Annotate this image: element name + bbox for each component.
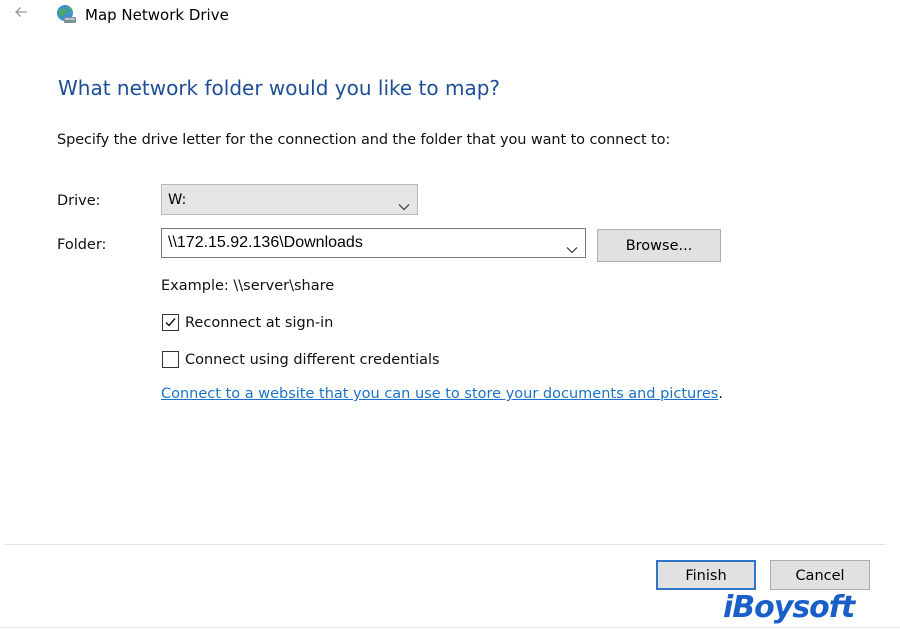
finish-button[interactable]: Finish xyxy=(656,560,756,590)
chevron-down-icon[interactable] xyxy=(566,239,578,254)
website-link[interactable]: Connect to a website that you can use to… xyxy=(161,386,718,402)
page-heading: What network folder would you like to ma… xyxy=(58,76,501,100)
example-text: Example: \\server\share xyxy=(161,278,335,294)
browse-button[interactable]: Browse... xyxy=(597,229,721,262)
drive-label: Drive: xyxy=(57,193,101,209)
reconnect-label: Reconnect at sign-in xyxy=(185,315,334,331)
credentials-label: Connect using different credentials xyxy=(185,352,440,368)
instruction-text: Specify the drive letter for the connect… xyxy=(57,132,671,148)
drive-value: W: xyxy=(168,192,187,208)
reconnect-checkbox[interactable] xyxy=(162,314,179,331)
folder-label: Folder: xyxy=(57,237,107,253)
folder-input[interactable]: \\172.15.92.136\Downloads xyxy=(161,228,586,258)
network-drive-icon xyxy=(55,4,77,26)
chevron-down-icon xyxy=(398,196,410,211)
folder-value: \\172.15.92.136\Downloads xyxy=(168,234,363,251)
website-link-row: Connect to a website that you can use to… xyxy=(161,384,723,404)
cancel-button[interactable]: Cancel xyxy=(770,560,870,590)
drive-dropdown[interactable]: W: xyxy=(161,184,418,215)
map-network-drive-window: Map Network Drive What network folder wo… xyxy=(0,0,900,629)
back-arrow-icon[interactable] xyxy=(10,4,32,26)
watermark-logo: iBoysoft xyxy=(723,590,855,625)
link-period: . xyxy=(718,386,723,402)
window-title: Map Network Drive xyxy=(85,6,229,24)
credentials-checkbox[interactable] xyxy=(162,351,179,368)
bottom-edge xyxy=(0,627,900,628)
footer-divider xyxy=(5,544,885,545)
